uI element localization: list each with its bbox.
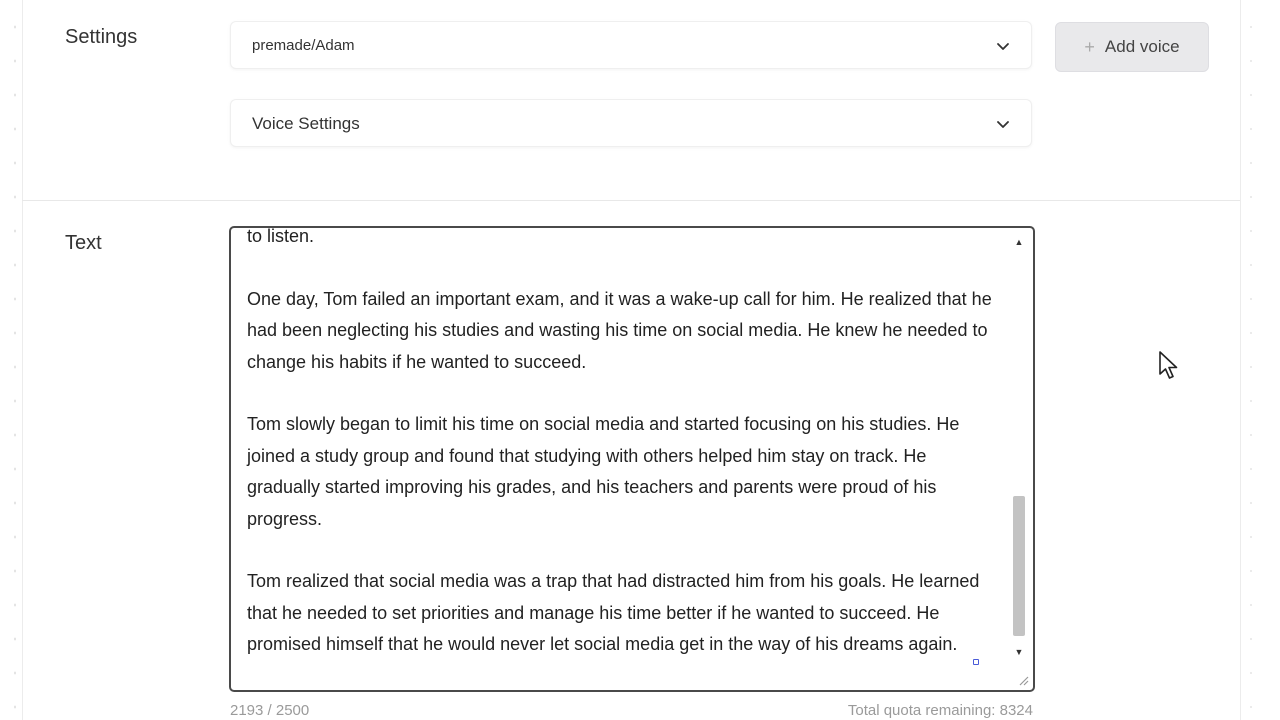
voice-select[interactable]: premade/Adam [230, 21, 1032, 69]
scroll-down-arrow-icon[interactable]: ▼ [1007, 644, 1031, 660]
plus-icon: + [1084, 36, 1095, 57]
resize-handle-icon[interactable] [1017, 674, 1029, 686]
section-divider [22, 200, 1240, 201]
character-count: 2193 / 2500 [230, 702, 310, 719]
text-content[interactable]: to listen. One day, Tom failed an import… [247, 226, 999, 690]
settings-label: Settings [65, 26, 138, 48]
scroll-up-arrow-icon[interactable]: ▲ [1007, 234, 1031, 250]
text-input-area[interactable]: to listen. One day, Tom failed an import… [229, 226, 1035, 692]
text-paragraph: Tom realized that social media was a tra… [247, 571, 980, 655]
voice-settings-label: Voice Settings [252, 114, 360, 133]
chevron-down-icon [997, 121, 1009, 128]
text-paragraph: to listen. [247, 226, 315, 246]
mouse-pointer-icon [1159, 351, 1178, 379]
add-voice-button[interactable]: + Add voice [1055, 22, 1209, 72]
grammar-check-icon[interactable] [973, 659, 979, 665]
right-gutter [1240, 0, 1280, 720]
text-label: Text [65, 232, 102, 254]
left-gutter [0, 0, 23, 720]
quota-remaining: Total quota remaining: 8324 [847, 702, 1033, 719]
voice-settings-dropdown[interactable]: Voice Settings [230, 99, 1032, 147]
voice-lab-page: Settings premade/Adam + Add voice Voice … [0, 0, 1280, 720]
text-scrollbar[interactable]: ▲ ▼ [1007, 230, 1031, 690]
text-paragraph: One day, Tom failed an important exam, a… [247, 288, 992, 372]
scroll-thumb[interactable] [1013, 496, 1025, 636]
add-voice-label: Add voice [1104, 37, 1180, 56]
text-paragraph: Tom slowly began to limit his time on so… [247, 414, 960, 529]
chevron-down-icon [997, 43, 1009, 50]
voice-select-value: premade/Adam [252, 37, 355, 54]
